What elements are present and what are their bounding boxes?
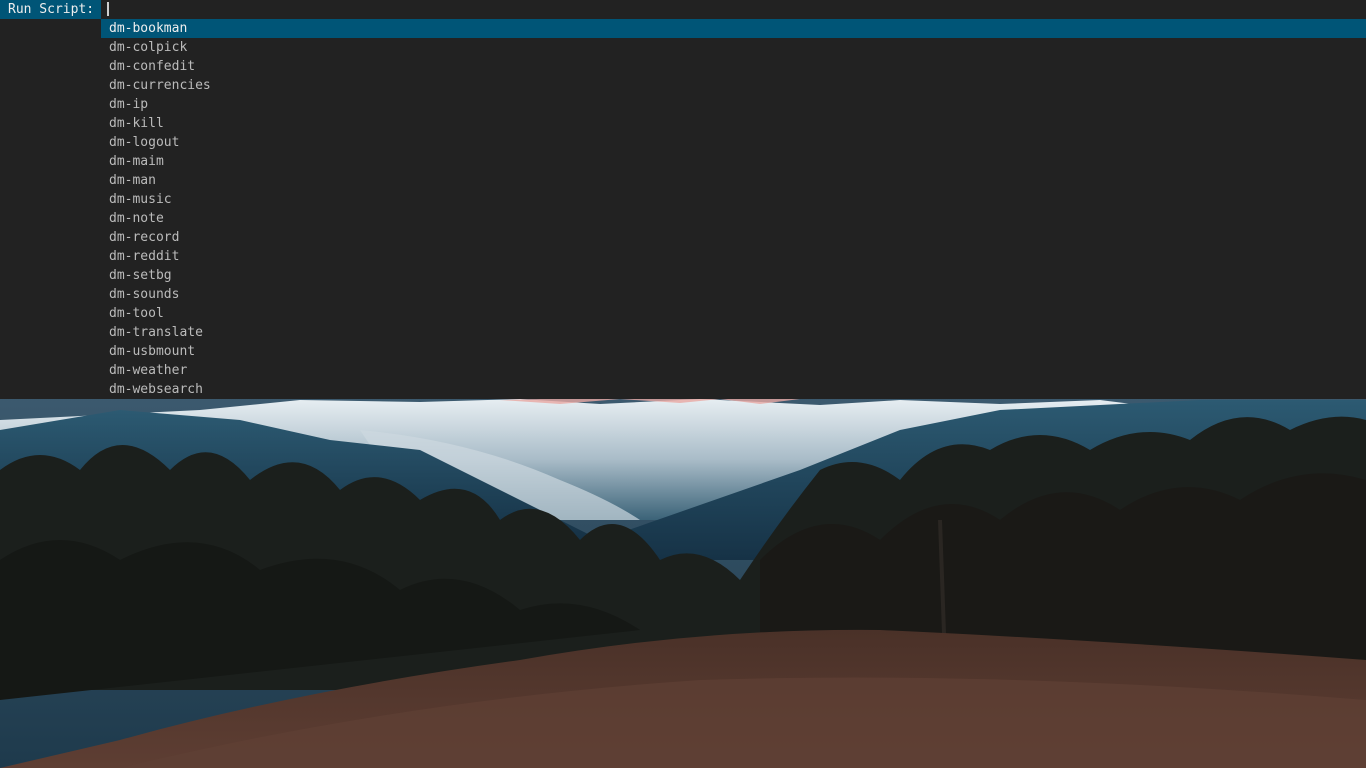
desktop: Run Script: dm-bookman dm-colpick dm-confe…: [0, 0, 1366, 768]
script-item-dm-confedit[interactable]: dm-confedit: [101, 57, 1366, 76]
script-item-dm-music[interactable]: dm-music: [101, 190, 1366, 209]
script-item-dm-tool[interactable]: dm-tool: [101, 304, 1366, 323]
script-item-dm-reddit[interactable]: dm-reddit: [101, 247, 1366, 266]
script-list: dm-bookman dm-colpick dm-confedit dm-curren…: [101, 19, 1366, 399]
script-item-dm-kill[interactable]: dm-kill: [101, 114, 1366, 133]
prompt-bar: Run Script:: [0, 0, 1366, 19]
dmenu-launcher: Run Script: dm-bookman dm-colpick dm-confe…: [0, 0, 1366, 399]
script-item-dm-logout[interactable]: dm-logout: [101, 133, 1366, 152]
script-item-dm-currencies[interactable]: dm-currencies: [101, 76, 1366, 95]
prompt-label: Run Script:: [0, 0, 101, 19]
script-search-input[interactable]: [101, 0, 1366, 19]
script-item-dm-note[interactable]: dm-note: [101, 209, 1366, 228]
script-item-dm-bookman[interactable]: dm-bookman: [101, 19, 1366, 38]
script-item-dm-colpick[interactable]: dm-colpick: [101, 38, 1366, 57]
script-item-dm-translate[interactable]: dm-translate: [101, 323, 1366, 342]
script-item-dm-weather[interactable]: dm-weather: [101, 361, 1366, 380]
text-cursor: [107, 2, 109, 16]
script-item-dm-man[interactable]: dm-man: [101, 171, 1366, 190]
script-item-dm-sounds[interactable]: dm-sounds: [101, 285, 1366, 304]
script-item-dm-setbg[interactable]: dm-setbg: [101, 266, 1366, 285]
script-item-dm-websearch[interactable]: dm-websearch: [101, 380, 1366, 399]
script-item-dm-maim[interactable]: dm-maim: [101, 152, 1366, 171]
script-item-dm-ip[interactable]: dm-ip: [101, 95, 1366, 114]
script-item-dm-record[interactable]: dm-record: [101, 228, 1366, 247]
script-item-dm-usbmount[interactable]: dm-usbmount: [101, 342, 1366, 361]
